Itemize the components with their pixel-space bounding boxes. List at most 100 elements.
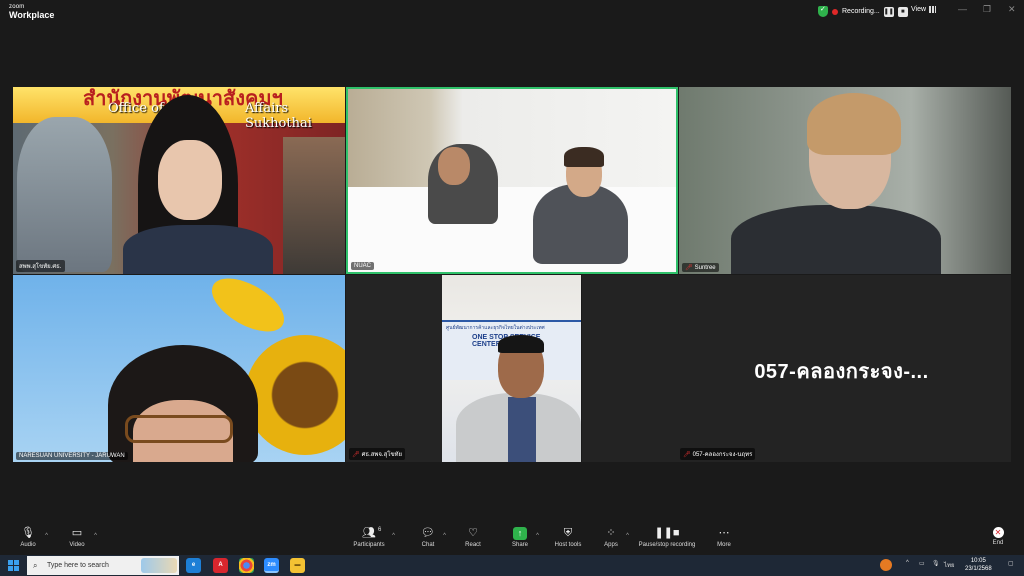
pause-stop-icon: ❚❚■ — [654, 527, 680, 539]
host-tools-label: Host tools — [554, 542, 582, 548]
pause-stop-recording-label: Pause/stop recording — [638, 542, 696, 548]
participant-name-tag: 🎤︎ 057-คลองกระจง-นฤทร — [680, 448, 756, 460]
participant-tile[interactable]: 🎤︎ Suntree — [679, 87, 1011, 274]
participant-name: สพพ.สุโขทัย.ศธ. — [19, 264, 62, 270]
search-icon: ⌕ — [33, 561, 38, 570]
gallery-grid-icon — [929, 6, 937, 13]
chevron-up-icon[interactable]: ^ — [45, 533, 48, 539]
chevron-up-icon[interactable]: ^ — [94, 533, 97, 539]
search-placeholder: Type here to search — [47, 562, 109, 569]
search-highlight-image — [141, 558, 177, 573]
participant-name-tag: 🎤︎ ศธ.สพจ.สุโขทัย — [349, 448, 406, 460]
clock-date: 23/1/2568 — [965, 566, 992, 572]
windows-taskbar: ⌕ Type here to search e A zm ▬ ^ ▭ 🎙︎ ไท… — [0, 555, 1024, 576]
taskbar-search-box[interactable]: ⌕ Type here to search — [27, 556, 179, 575]
participant-name: ศธ.สพจ.สุโขทัย — [361, 452, 403, 458]
system-clock[interactable]: 10:05 23/1/2568 — [965, 557, 992, 573]
language-indicator[interactable]: ไทย — [944, 560, 955, 570]
chevron-up-icon[interactable]: ^ — [626, 533, 629, 539]
participant-tile[interactable]: NARESUAN UNIVERSITY - JARUWAN — [13, 275, 345, 462]
video-button[interactable]: ▭ Video ^ — [66, 527, 97, 548]
pause-recording-button[interactable]: ❚❚ — [883, 6, 894, 17]
host-tools-button[interactable]: ⛨ Host tools — [553, 527, 583, 548]
network-icon[interactable]: ▭ — [919, 560, 925, 567]
participant-name: 057-คลองกระจง-นฤทร — [692, 452, 753, 458]
share-arrow-icon: ↑ — [513, 527, 527, 540]
chat-label: Chat — [421, 542, 435, 548]
zoom-app-icon[interactable]: zm — [264, 558, 279, 573]
share-button[interactable]: ↑ Share ^ — [510, 527, 539, 548]
participant-face-1 — [438, 147, 470, 185]
chevron-up-icon[interactable]: ^ — [443, 533, 446, 539]
more-dots-icon: ⋯ — [718, 527, 730, 539]
acrobat-icon[interactable]: A — [213, 558, 228, 573]
participant-video — [731, 205, 941, 274]
weather-icon[interactable] — [880, 559, 892, 571]
heart-icon: ♡ — [468, 527, 478, 539]
microphone-icon: 🎙︎ — [21, 527, 35, 539]
apps-icon: ⁘ — [606, 527, 616, 539]
meeting-toolbar: 🎙︎ Audio ^ ▭ Video ^ 👥︎ Participants 6 ^… — [0, 524, 1024, 555]
close-window-button[interactable]: ✕ — [1008, 4, 1016, 15]
room-background — [348, 89, 676, 189]
zoom-logo: zoom Workplace — [9, 4, 54, 20]
sunflower-image — [245, 335, 345, 455]
more-button[interactable]: ⋯ More — [714, 527, 734, 548]
chevron-up-icon[interactable]: ^ — [536, 533, 539, 539]
microphone-icon[interactable]: 🎙︎ — [932, 560, 940, 567]
glasses — [125, 415, 233, 443]
participant-video — [123, 95, 273, 274]
sunflower-petal — [203, 275, 293, 343]
stop-recording-button[interactable]: ■ — [897, 6, 908, 17]
react-button[interactable]: ♡ React — [463, 527, 483, 548]
clock-time: 10:05 — [970, 558, 986, 564]
share-label: Share — [511, 542, 528, 548]
participant-tile[interactable]: สำนักงานพัฒนาสังคมฯ Office of Affairs Su… — [13, 87, 345, 274]
active-speaker-tile[interactable]: NUAC — [346, 87, 678, 274]
participant-name-tag: NUAC — [351, 262, 375, 270]
notification-icon[interactable]: ▢ — [1008, 560, 1014, 567]
chevron-up-icon[interactable]: ^ — [392, 533, 395, 539]
muted-mic-icon: 🎤︎ — [683, 451, 691, 458]
view-button[interactable]: View — [911, 6, 937, 13]
end-button[interactable]: ✕ End — [988, 527, 1008, 546]
apps-button[interactable]: ⁘ Apps ^ — [602, 527, 629, 548]
video-label: Video — [69, 542, 85, 548]
windows-start-button[interactable] — [8, 560, 19, 571]
participants-count: 6 — [378, 527, 382, 533]
temple-image — [283, 137, 345, 274]
participant-tile[interactable]: ศูนย์พัฒนาการค้าและธุรกิจไทยในต่างประเทศ… — [346, 275, 581, 462]
chrome-icon[interactable] — [239, 558, 254, 573]
banner-subtitle-right: Affairs Sukhothai — [245, 101, 312, 131]
apps-label: Apps — [604, 542, 618, 548]
security-shield-icon[interactable] — [818, 5, 828, 17]
participant-name-tag: 🎤︎ Suntree — [682, 263, 719, 272]
participant-name: NUAC — [354, 263, 372, 269]
video-gallery: สำนักงานพัฒนาสังคมฯ Office of Affairs Su… — [0, 24, 1024, 524]
statue-image — [17, 117, 112, 272]
recording-label: Recording... — [842, 8, 880, 15]
participant-name: NARESUAN UNIVERSITY - JARUWAN — [19, 453, 125, 459]
pause-stop-recording-button[interactable]: ❚❚■ Pause/stop recording — [636, 527, 698, 548]
view-label: View — [911, 6, 927, 13]
chevron-up-icon[interactable]: ^ — [906, 560, 909, 566]
shield-icon: ⛨ — [563, 527, 573, 539]
video-camera-icon: ▭ — [71, 527, 83, 539]
participants-icon: 👥︎ — [362, 527, 376, 539]
end-label: End — [992, 540, 1004, 546]
audio-label: Audio — [20, 542, 36, 548]
edge-icon[interactable]: e — [186, 558, 201, 573]
audio-button[interactable]: 🎙︎ Audio ^ — [17, 527, 48, 548]
file-explorer-icon[interactable]: ▬ — [290, 558, 305, 573]
title-bar: zoom Workplace Recording... ❚❚ ■ View — … — [0, 0, 1024, 24]
restore-button[interactable]: ❐ — [983, 4, 991, 15]
sign-text: ศูนย์พัฒนาการค้าและธุรกิจไทยในต่างประเทศ — [446, 325, 545, 331]
chat-button[interactable]: 💬︎ Chat ^ — [419, 527, 446, 548]
participants-button[interactable]: 👥︎ Participants 6 ^ — [352, 527, 395, 548]
participant-tile-no-video[interactable]: 057-คลองกระจง-... 🎤︎ 057-คลองกระจง-นฤทร — [582, 275, 1011, 462]
minimize-button[interactable]: — — [958, 4, 967, 14]
chat-bubble-icon: 💬︎ — [421, 527, 435, 539]
recording-indicator: Recording... ❚❚ ■ — [818, 5, 908, 18]
react-label: React — [465, 542, 481, 548]
recording-dot-icon — [832, 8, 838, 15]
